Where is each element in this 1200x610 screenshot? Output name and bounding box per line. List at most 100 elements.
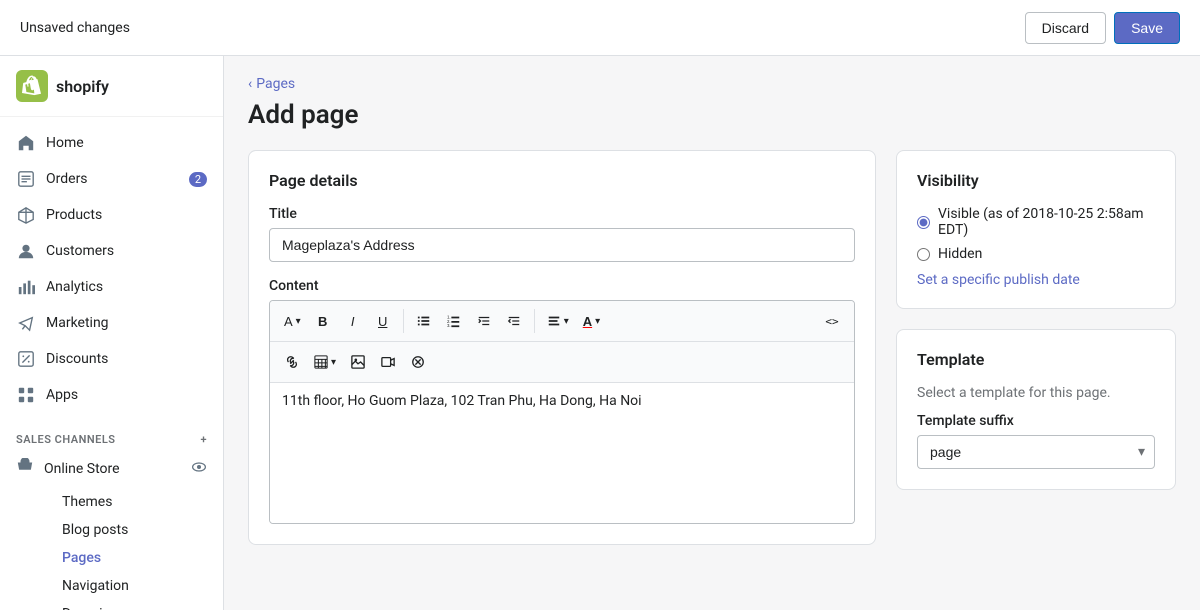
template-suffix-wrapper: page contact faq about ▾	[917, 435, 1155, 469]
hidden-radio[interactable]	[917, 248, 930, 261]
orders-icon	[16, 169, 36, 189]
shopify-logo-icon	[16, 70, 48, 102]
sidebar-item-analytics[interactable]: Analytics	[0, 269, 223, 305]
link-button[interactable]	[278, 348, 306, 376]
sidebar-item-customers[interactable]: Customers	[0, 233, 223, 269]
visible-radio[interactable]	[917, 216, 930, 229]
sidebar-item-marketing[interactable]: Marketing	[0, 305, 223, 341]
sidebar: shopify Home Orders 2	[0, 56, 224, 610]
title-label: Title	[269, 206, 855, 222]
sidebar-item-discounts-label: Discounts	[46, 351, 108, 367]
sub-nav-domains[interactable]: Domains	[46, 600, 223, 610]
sub-nav-themes[interactable]: Themes	[46, 488, 223, 516]
topbar: Unsaved changes Discard Save	[0, 0, 1200, 56]
sidebar-item-products[interactable]: Products	[0, 197, 223, 233]
online-store-label: Online Store	[44, 461, 120, 477]
sales-channels-section: Sales Channels +	[0, 421, 223, 450]
discard-button[interactable]: Discard	[1025, 12, 1106, 44]
sidebar-item-apps-label: Apps	[46, 387, 78, 403]
breadcrumb[interactable]: ‹ Pages	[248, 76, 1176, 92]
sidebar-nav: Home Orders 2 Products	[0, 117, 223, 421]
indent-button[interactable]	[470, 307, 498, 335]
visible-label: Visible (as of 2018-10-25 2:58am EDT)	[938, 206, 1155, 238]
remove-format-button[interactable]	[404, 348, 432, 376]
sidebar-item-analytics-label: Analytics	[46, 279, 103, 295]
sidebar-item-home-label: Home	[46, 135, 84, 151]
sidebar-item-customers-label: Customers	[46, 243, 114, 259]
align-button[interactable]: ▾	[541, 307, 575, 335]
hidden-label: Hidden	[938, 246, 982, 262]
template-description: Select a template for this page.	[917, 385, 1155, 401]
toolbar-divider-1	[403, 309, 404, 333]
sidebar-item-products-label: Products	[46, 207, 102, 223]
unsaved-label: Unsaved changes	[20, 20, 130, 36]
content-label: Content	[269, 278, 855, 294]
sidebar-item-home[interactable]: Home	[0, 125, 223, 161]
sub-nav-navigation[interactable]: Navigation	[46, 572, 223, 600]
sidebar-item-orders-label: Orders	[46, 171, 88, 187]
products-icon	[16, 205, 36, 225]
home-icon	[16, 133, 36, 153]
page-title: Add page	[248, 100, 1176, 130]
sidebar-item-discounts[interactable]: Discounts	[0, 341, 223, 377]
outdent-button[interactable]	[500, 307, 528, 335]
sidebar-item-orders[interactable]: Orders 2	[0, 161, 223, 197]
content-grid: Page details Title Content A ▾ B I U	[248, 150, 1176, 545]
logo-text: shopify	[56, 77, 109, 96]
font-color-button[interactable]: A ▾	[577, 307, 606, 335]
card-title: Page details	[269, 171, 855, 190]
breadcrumb-label: Pages	[256, 76, 295, 92]
svg-text:3.: 3.	[447, 323, 451, 328]
set-date-link[interactable]: Set a specific publish date	[917, 272, 1080, 288]
template-suffix-select[interactable]: page contact faq about	[917, 435, 1155, 469]
bold-button[interactable]: B	[309, 307, 337, 335]
template-suffix-label: Template suffix	[917, 413, 1155, 429]
source-button[interactable]: <>	[818, 307, 846, 335]
page-details-card: Page details Title Content A ▾ B I U	[248, 150, 876, 545]
underline-button[interactable]: U	[369, 307, 397, 335]
editor-toolbar-row1: A ▾ B I U 1.2.3.	[270, 301, 854, 342]
sidebar-item-apps[interactable]: Apps	[0, 377, 223, 413]
toolbar-divider-2	[534, 309, 535, 333]
sidebar-item-online-store[interactable]: Online Store	[0, 450, 223, 488]
discounts-icon	[16, 349, 36, 369]
marketing-icon	[16, 313, 36, 333]
orders-badge: 2	[189, 172, 207, 187]
save-button[interactable]: Save	[1114, 12, 1180, 44]
list-ol-button[interactable]: 1.2.3.	[440, 307, 468, 335]
online-store-icon	[16, 458, 34, 480]
topbar-left: Unsaved changes	[20, 20, 130, 36]
editor-body[interactable]: 11th floor, Ho Guom Plaza, 102 Tran Phu,…	[270, 383, 854, 523]
editor-toolbar-row2: ▾	[270, 342, 854, 383]
app-body: shopify Home Orders 2	[0, 56, 1200, 610]
sub-nav: Themes Blog posts Pages Navigation Domai…	[0, 488, 223, 610]
visibility-card: Visibility Visible (as of 2018-10-25 2:5…	[896, 150, 1176, 309]
sub-nav-pages[interactable]: Pages	[46, 544, 223, 572]
list-ul-button[interactable]	[410, 307, 438, 335]
sidebar-item-marketing-label: Marketing	[46, 315, 109, 331]
sidebar-logo: shopify	[0, 56, 223, 117]
font-button[interactable]: A ▾	[278, 307, 307, 335]
italic-button[interactable]: I	[339, 307, 367, 335]
visibility-title: Visibility	[917, 171, 1155, 190]
customers-icon	[16, 241, 36, 261]
eye-icon[interactable]	[191, 459, 207, 479]
table-button[interactable]: ▾	[308, 348, 342, 376]
main-content: ‹ Pages Add page Page details Title Cont…	[224, 56, 1200, 610]
topbar-actions: Discard Save	[1025, 12, 1180, 44]
video-button[interactable]	[374, 348, 402, 376]
title-input[interactable]	[269, 228, 855, 262]
right-column: Visibility Visible (as of 2018-10-25 2:5…	[896, 150, 1176, 545]
hidden-radio-item[interactable]: Hidden	[917, 246, 1155, 262]
editor-container: A ▾ B I U 1.2.3.	[269, 300, 855, 524]
template-card: Template Select a template for this page…	[896, 329, 1176, 490]
analytics-icon	[16, 277, 36, 297]
visible-radio-item[interactable]: Visible (as of 2018-10-25 2:58am EDT)	[917, 206, 1155, 238]
visibility-radio-group: Visible (as of 2018-10-25 2:58am EDT) Hi…	[917, 206, 1155, 262]
image-button[interactable]	[344, 348, 372, 376]
editor-content: 11th floor, Ho Guom Plaza, 102 Tran Phu,…	[282, 393, 642, 409]
sub-nav-blog-posts[interactable]: Blog posts	[46, 516, 223, 544]
add-sales-channel-icon[interactable]: +	[200, 433, 207, 446]
apps-icon	[16, 385, 36, 405]
template-title: Template	[917, 350, 1155, 369]
